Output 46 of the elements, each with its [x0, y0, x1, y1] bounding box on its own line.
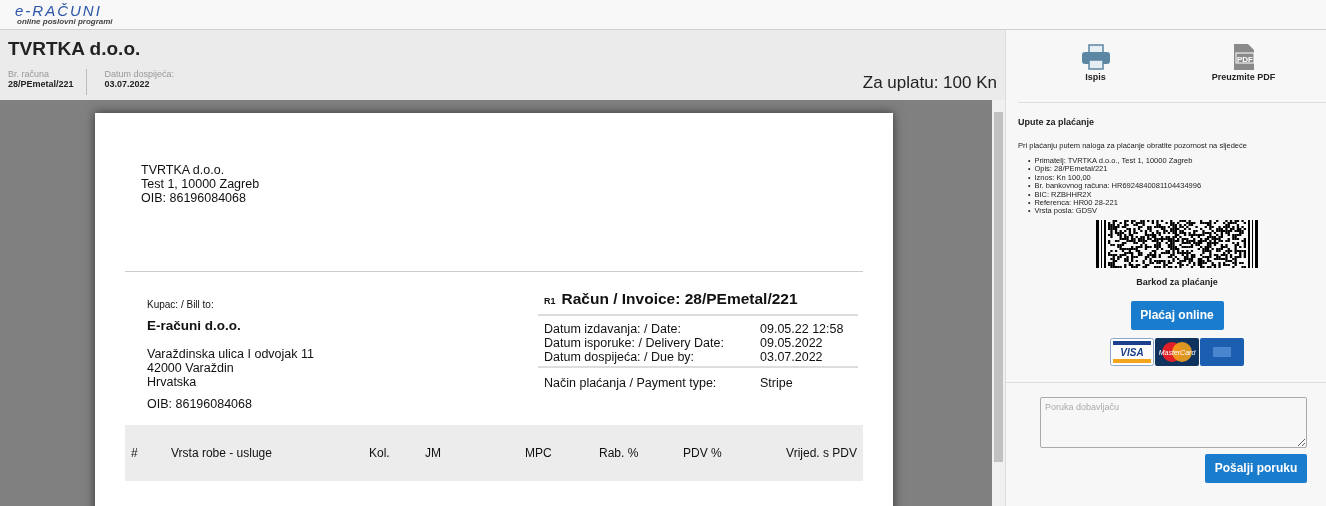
date-label: Datum isporuke: / Delivery Date: — [544, 336, 725, 350]
date-label: Datum izdavanja: / Date: — [544, 322, 682, 336]
logo-wordmark: e-RAČUNI — [15, 3, 103, 18]
field-label: Br. računa — [8, 69, 51, 79]
payment-type-label: Način plaćanja / Payment type: — [544, 376, 718, 390]
visa-card-icon: VISA — [1110, 337, 1154, 366]
seller-line: Test 1, 10000 Zagreb — [141, 177, 261, 191]
invoice-title: Račun / Invoice: 28/PEmetal/221 — [561, 290, 798, 308]
payment-type-value: Stripe — [760, 376, 794, 390]
column-header: MPC — [525, 446, 553, 460]
column-header: JM — [425, 446, 442, 460]
buyer-oib: OIB: 86196084068 — [147, 397, 253, 411]
message-field[interactable]: Poruka dobavljaču — [1040, 396, 1307, 448]
buyer-address-line: Varaždinska ulica I odvojak 11 — [147, 347, 314, 361]
amex-card-icon — [1200, 337, 1244, 366]
download-pdf-button[interactable]: PDF Preuzmite PDF — [1205, 43, 1282, 83]
bill-to-label: Kupac: / Bill to: — [147, 299, 215, 310]
date-label: Datum dospijeća: / Due by: — [544, 350, 696, 364]
pay-online-button[interactable]: Plaćaj online — [1130, 300, 1224, 330]
column-header: Vrijed. s PDV — [785, 446, 857, 460]
seller-line: OIB: 86196084068 — [141, 191, 247, 205]
amount-due: Za uplatu: 100 Kn — [862, 73, 997, 93]
buyer-name: E-računi d.o.o. — [147, 318, 242, 333]
date-value: 09.05.2022 — [760, 336, 824, 350]
section-title: Upute za plaćanje — [1018, 117, 1096, 127]
field-label: Datum dospijeća: — [104, 69, 175, 79]
column-header: Vrsta robe - usluge — [171, 446, 273, 460]
field-value: 03.07.2022 — [104, 79, 151, 91]
print-button[interactable]: Ispis — [1074, 43, 1117, 83]
printer-icon — [1080, 44, 1111, 70]
seller-line: TVRTKA d.o.o. — [141, 163, 226, 177]
send-message-button[interactable]: Pošalji poruku — [1205, 453, 1307, 483]
column-header: # — [131, 446, 139, 460]
column-header: Rab. % — [599, 446, 640, 460]
barcode-caption: Barkod za plaćanje — [1136, 276, 1218, 287]
buyer-address-line: 42000 Varaždin — [147, 361, 235, 375]
column-header: PDV % — [683, 446, 723, 460]
invoice-type: R1 — [544, 296, 556, 306]
field-value: 28/PEmetal/221 — [8, 79, 74, 91]
logo-tagline: online poslovni programi — [17, 18, 113, 26]
buyer-address-line: Hrvatska — [147, 375, 198, 389]
scrollbar[interactable] — [992, 100, 1005, 506]
date-value: 09.05.22 12:58 — [760, 322, 845, 336]
date-value: 03.07.2022 — [760, 350, 824, 364]
column-header: Kol. — [369, 446, 391, 460]
company-name: TVRTKA d.o.o. — [8, 38, 142, 60]
